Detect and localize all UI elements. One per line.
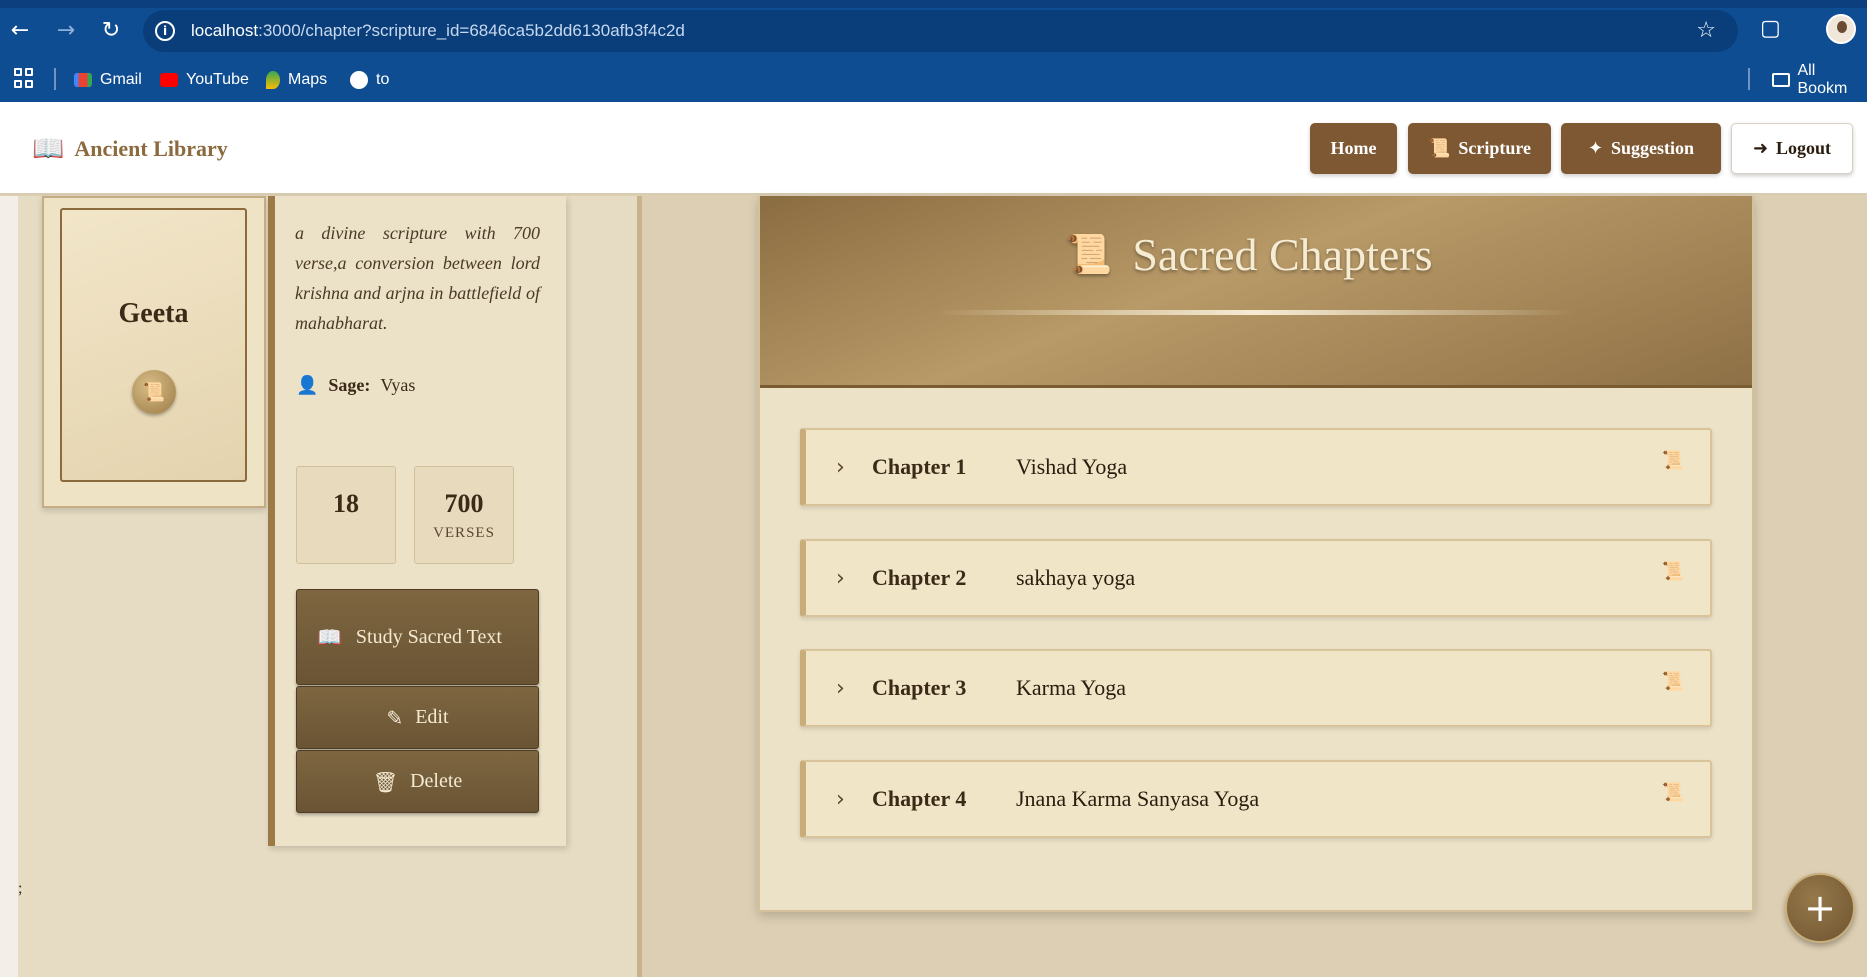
apps-grid-icon[interactable] xyxy=(14,68,34,88)
gmail-icon xyxy=(74,73,92,87)
chapter-number: Chapter 4 xyxy=(872,786,967,811)
folder-icon xyxy=(1772,73,1790,87)
open-book-icon: 📖 xyxy=(32,134,65,164)
address-bar[interactable]: i localhost:3000/chapter?scripture_id=68… xyxy=(143,10,1738,52)
chevron-right-icon[interactable]: › xyxy=(836,566,845,591)
scripture-button[interactable]: 📜 Scripture xyxy=(1408,123,1551,174)
title-divider xyxy=(935,310,1575,315)
app-header: 📖 Ancient Library Home 📜 Scripture ✦ Sug… xyxy=(0,102,1867,195)
back-icon[interactable]: ← xyxy=(4,14,36,46)
verses-count-stat: 700 VERSES xyxy=(414,466,514,564)
stat-value: 18 xyxy=(333,489,359,518)
chapter-number: Chapter 1 xyxy=(872,454,967,479)
page-edge xyxy=(0,196,18,977)
chapter-row[interactable]: › Chapter 3 Karma Yoga 📜 xyxy=(800,649,1712,727)
chapter-row[interactable]: › Chapter 1 Vishad Yoga 📜 xyxy=(800,428,1712,506)
stray-text: ; xyxy=(18,880,23,897)
chapter-number: Chapter 2 xyxy=(872,565,967,590)
chapter-name: sakhaya yoga xyxy=(1016,565,1136,590)
scripture-description: a divine scripture with 700 verse,a conv… xyxy=(295,223,540,333)
forward-icon[interactable]: → xyxy=(50,14,82,46)
bookmark-youtube[interactable]: YouTube xyxy=(160,67,249,93)
globe-icon xyxy=(350,71,368,89)
reload-icon[interactable]: ↻ xyxy=(95,14,127,46)
brand-logo[interactable]: 📖 Ancient Library xyxy=(32,134,228,164)
logout-button[interactable]: ➜ Logout xyxy=(1731,123,1853,174)
bookmark-star-icon[interactable]: ☆ xyxy=(1696,18,1716,43)
person-icon: 👤 xyxy=(296,375,319,396)
chapter-name: Karma Yoga xyxy=(1016,675,1126,700)
bookmark-label: Gmail xyxy=(100,71,142,88)
chapters-header xyxy=(760,196,1752,388)
all-bookmarks[interactable]: All Bookm xyxy=(1772,62,1867,97)
plus-icon: + xyxy=(1804,886,1836,930)
site-info-icon[interactable]: i xyxy=(155,21,175,41)
scroll-icon[interactable]: 📜 xyxy=(1662,671,1684,692)
edit-button[interactable]: ✎ Edit xyxy=(296,686,539,749)
chapter-name: Jnana Karma Sanyasa Yoga xyxy=(1016,786,1260,811)
scroll-icon: 📜 xyxy=(1427,138,1451,159)
bookmarks-separator xyxy=(54,68,56,90)
chapter-row[interactable]: › Chapter 2 sakhaya yoga 📜 xyxy=(800,539,1712,617)
suggestion-label: Suggestion xyxy=(1611,138,1695,158)
open-book-icon: 📖 xyxy=(317,625,342,649)
sage-label: Sage: xyxy=(328,375,371,395)
scroll-icon[interactable]: 📜 xyxy=(1662,782,1684,803)
chapters-title: 📜 Sacred Chapters xyxy=(1065,228,1433,281)
logout-icon: ➜ xyxy=(1752,138,1769,159)
delete-label: Delete xyxy=(410,770,463,792)
chapters-count-stat: 18 xyxy=(296,466,396,564)
stat-value: 700 xyxy=(444,489,484,518)
brand-name: Ancient Library xyxy=(74,136,228,161)
all-bookmarks-label: All Bookm xyxy=(1797,62,1848,97)
chevron-right-icon[interactable]: › xyxy=(836,455,845,480)
url-text[interactable]: localhost:3000/chapter?scripture_id=6846… xyxy=(191,21,685,41)
browser-toolbar: ← → ↻ i localhost:3000/chapter?scripture… xyxy=(0,0,1867,59)
logout-label: Logout xyxy=(1776,138,1832,158)
sparkle-icon: ✦ xyxy=(1587,138,1604,159)
scroll-icon: 📜 xyxy=(1065,232,1113,276)
bookmarks-separator xyxy=(1748,68,1750,90)
chapter-row[interactable]: › Chapter 4 Jnana Karma Sanyasa Yoga 📜 xyxy=(800,760,1712,838)
scripture-label: Scripture xyxy=(1458,138,1532,158)
chevron-right-icon[interactable]: › xyxy=(836,676,845,701)
study-sacred-text-button[interactable]: 📖 Study Sacred Text xyxy=(296,589,539,685)
edit-label: Edit xyxy=(415,706,449,728)
add-chapter-button[interactable]: + xyxy=(1785,873,1855,943)
chapters-heading: Sacred Chapters xyxy=(1132,229,1433,280)
trash-icon: 🗑 xyxy=(372,769,399,794)
study-label: Study Sacred Text xyxy=(355,626,502,648)
profile-avatar[interactable] xyxy=(1826,14,1856,44)
bookmark-label: YouTube xyxy=(186,71,249,88)
url-host: localhost xyxy=(191,21,259,40)
scroll-icon[interactable]: 📜 xyxy=(1662,561,1684,582)
tab-strip xyxy=(0,0,1867,8)
scroll-seal-icon: 📜 xyxy=(132,370,176,414)
scripture-cover: Geeta 📜 xyxy=(60,208,247,482)
home-label: Home xyxy=(1330,138,1377,158)
stat-label: VERSES xyxy=(433,525,495,541)
bookmarks-bar: Gmail YouTube Maps to All Bookm xyxy=(0,59,1867,102)
suggestion-button[interactable]: ✦ Suggestion xyxy=(1561,123,1721,174)
edit-icon: ✎ xyxy=(386,705,404,730)
chevron-right-icon[interactable]: › xyxy=(836,787,845,812)
bookmark-label: to xyxy=(376,71,390,88)
bookmark-to[interactable]: to xyxy=(350,67,389,93)
bookmark-gmail[interactable]: Gmail xyxy=(74,67,142,93)
sage-name: Vyas xyxy=(380,375,416,395)
bookmark-maps[interactable]: Maps xyxy=(266,67,327,93)
scroll-icon[interactable]: 📜 xyxy=(1662,450,1684,471)
youtube-icon xyxy=(160,73,178,87)
home-button[interactable]: Home xyxy=(1310,123,1397,174)
url-path: :3000/chapter?scripture_id=6846ca5b2dd61… xyxy=(258,21,685,40)
maps-icon xyxy=(266,71,280,89)
sage-info: 👤 Sage: Vyas xyxy=(296,375,415,396)
delete-button[interactable]: 🗑 Delete xyxy=(296,750,539,813)
bookmark-label: Maps xyxy=(288,71,328,88)
chapter-number: Chapter 3 xyxy=(872,675,967,700)
scripture-title: Geeta xyxy=(118,298,189,329)
extensions-icon[interactable]: ▢ xyxy=(1760,16,1786,42)
chapter-name: Vishad Yoga xyxy=(1016,454,1128,479)
